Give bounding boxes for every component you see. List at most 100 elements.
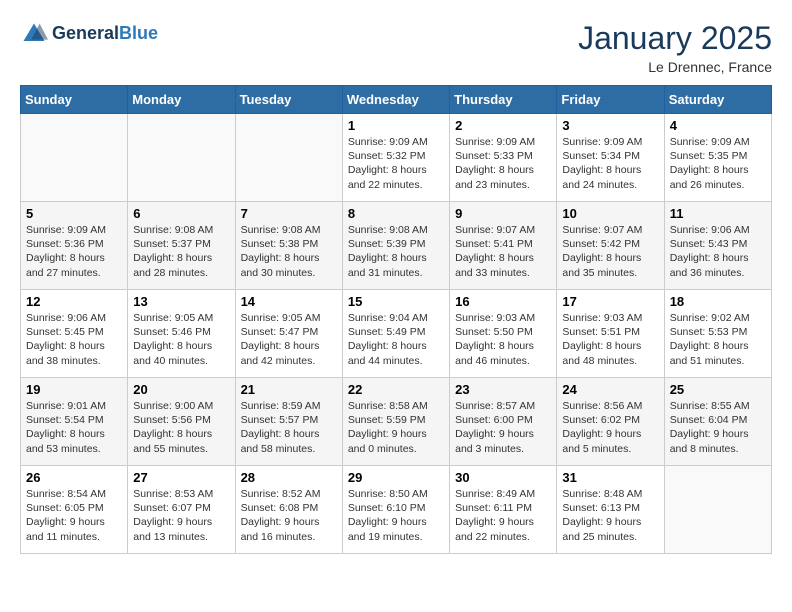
- day-info: Sunrise: 8:58 AM Sunset: 5:59 PM Dayligh…: [348, 399, 444, 456]
- day-number: 27: [133, 470, 229, 485]
- day-info: Sunrise: 9:09 AM Sunset: 5:35 PM Dayligh…: [670, 135, 766, 192]
- calendar-cell: 30 Sunrise: 8:49 AM Sunset: 6:11 PM Dayli…: [450, 466, 557, 554]
- day-info: Sunrise: 9:06 AM Sunset: 5:45 PM Dayligh…: [26, 311, 122, 368]
- day-number: 9: [455, 206, 551, 221]
- day-number: 19: [26, 382, 122, 397]
- day-info: Sunrise: 9:05 AM Sunset: 5:47 PM Dayligh…: [241, 311, 337, 368]
- day-info: Sunrise: 8:49 AM Sunset: 6:11 PM Dayligh…: [455, 487, 551, 544]
- calendar-cell: 2Sunrise: 9:09 AM Sunset: 5:33 PM Daylig…: [450, 114, 557, 202]
- day-info: Sunrise: 8:52 AM Sunset: 6:08 PM Dayligh…: [241, 487, 337, 544]
- calendar-cell: [128, 114, 235, 202]
- calendar-cell: 31 Sunrise: 8:48 AM Sunset: 6:13 PM Dayli…: [557, 466, 664, 554]
- day-number: 7: [241, 206, 337, 221]
- day-number: 11: [670, 206, 766, 221]
- weekday-header-wednesday: Wednesday: [342, 86, 449, 114]
- logo: General Blue: [20, 20, 158, 48]
- day-info: Sunrise: 9:01 AM Sunset: 5:54 PM Dayligh…: [26, 399, 122, 456]
- calendar-cell: 15 Sunrise: 9:04 AM Sunset: 5:49 PM Dayli…: [342, 290, 449, 378]
- day-info: Sunrise: 8:53 AM Sunset: 6:07 PM Dayligh…: [133, 487, 229, 544]
- calendar-cell: 10 Sunrise: 9:07 AM Sunset: 5:42 PM Dayli…: [557, 202, 664, 290]
- calendar-cell: 11 Sunrise: 9:06 AM Sunset: 5:43 PM Dayli…: [664, 202, 771, 290]
- day-number: 24: [562, 382, 658, 397]
- month-title: January 2025: [578, 20, 772, 57]
- day-number: 28: [241, 470, 337, 485]
- day-info: Sunrise: 9:04 AM Sunset: 5:49 PM Dayligh…: [348, 311, 444, 368]
- day-number: 25: [670, 382, 766, 397]
- day-info: Sunrise: 9:07 AM Sunset: 5:41 PM Dayligh…: [455, 223, 551, 280]
- day-info: Sunrise: 8:50 AM Sunset: 6:10 PM Dayligh…: [348, 487, 444, 544]
- logo-icon: [20, 20, 48, 48]
- week-row-3: 12 Sunrise: 9:06 AM Sunset: 5:45 PM Dayli…: [21, 290, 772, 378]
- day-number: 6: [133, 206, 229, 221]
- calendar-cell: 16 Sunrise: 9:03 AM Sunset: 5:50 PM Dayli…: [450, 290, 557, 378]
- calendar-cell: 14 Sunrise: 9:05 AM Sunset: 5:47 PM Dayli…: [235, 290, 342, 378]
- calendar-cell: 17 Sunrise: 9:03 AM Sunset: 5:51 PM Dayli…: [557, 290, 664, 378]
- day-number: 16: [455, 294, 551, 309]
- day-number: 21: [241, 382, 337, 397]
- day-number: 23: [455, 382, 551, 397]
- day-info: Sunrise: 9:03 AM Sunset: 5:51 PM Dayligh…: [562, 311, 658, 368]
- calendar-cell: 7Sunrise: 9:08 AM Sunset: 5:38 PM Daylig…: [235, 202, 342, 290]
- day-number: 4: [670, 118, 766, 133]
- day-info: Sunrise: 8:48 AM Sunset: 6:13 PM Dayligh…: [562, 487, 658, 544]
- calendar-cell: 1Sunrise: 9:09 AM Sunset: 5:32 PM Daylig…: [342, 114, 449, 202]
- calendar-cell: 26Sunrise: 8:54 AM Sunset: 6:05 PM Dayli…: [21, 466, 128, 554]
- day-info: Sunrise: 8:55 AM Sunset: 6:04 PM Dayligh…: [670, 399, 766, 456]
- calendar-cell: 20 Sunrise: 9:00 AM Sunset: 5:56 PM Dayli…: [128, 378, 235, 466]
- day-number: 15: [348, 294, 444, 309]
- day-number: 10: [562, 206, 658, 221]
- calendar-cell: [235, 114, 342, 202]
- calendar-cell: 19 Sunrise: 9:01 AM Sunset: 5:54 PM Dayli…: [21, 378, 128, 466]
- calendar-table: SundayMondayTuesdayWednesdayThursdayFrid…: [20, 85, 772, 554]
- calendar-cell: 23Sunrise: 8:57 AM Sunset: 6:00 PM Dayli…: [450, 378, 557, 466]
- day-info: Sunrise: 9:09 AM Sunset: 5:36 PM Dayligh…: [26, 223, 122, 280]
- calendar-cell: 4 Sunrise: 9:09 AM Sunset: 5:35 PM Daylig…: [664, 114, 771, 202]
- day-number: 8: [348, 206, 444, 221]
- weekday-header-monday: Monday: [128, 86, 235, 114]
- calendar-cell: 12 Sunrise: 9:06 AM Sunset: 5:45 PM Dayli…: [21, 290, 128, 378]
- weekday-header-friday: Friday: [557, 86, 664, 114]
- week-row-4: 19 Sunrise: 9:01 AM Sunset: 5:54 PM Dayli…: [21, 378, 772, 466]
- weekday-header-sunday: Sunday: [21, 86, 128, 114]
- calendar-cell: 21 Sunrise: 8:59 AM Sunset: 5:57 PM Dayli…: [235, 378, 342, 466]
- calendar-cell: 22 Sunrise: 8:58 AM Sunset: 5:59 PM Dayli…: [342, 378, 449, 466]
- calendar-cell: 27 Sunrise: 8:53 AM Sunset: 6:07 PM Dayli…: [128, 466, 235, 554]
- day-info: Sunrise: 9:09 AM Sunset: 5:34 PM Dayligh…: [562, 135, 658, 192]
- day-info: Sunrise: 9:06 AM Sunset: 5:43 PM Dayligh…: [670, 223, 766, 280]
- day-number: 2: [455, 118, 551, 133]
- day-number: 14: [241, 294, 337, 309]
- day-info: Sunrise: 9:08 AM Sunset: 5:37 PM Dayligh…: [133, 223, 229, 280]
- calendar-cell: 9 Sunrise: 9:07 AM Sunset: 5:41 PM Daylig…: [450, 202, 557, 290]
- day-info: Sunrise: 8:56 AM Sunset: 6:02 PM Dayligh…: [562, 399, 658, 456]
- day-number: 29: [348, 470, 444, 485]
- calendar-cell: 6 Sunrise: 9:08 AM Sunset: 5:37 PM Daylig…: [128, 202, 235, 290]
- calendar-cell: 24 Sunrise: 8:56 AM Sunset: 6:02 PM Dayli…: [557, 378, 664, 466]
- weekday-header-tuesday: Tuesday: [235, 86, 342, 114]
- calendar-cell: 29 Sunrise: 8:50 AM Sunset: 6:10 PM Dayli…: [342, 466, 449, 554]
- calendar-cell: 13Sunrise: 9:05 AM Sunset: 5:46 PM Dayli…: [128, 290, 235, 378]
- day-number: 30: [455, 470, 551, 485]
- day-number: 20: [133, 382, 229, 397]
- day-info: Sunrise: 8:59 AM Sunset: 5:57 PM Dayligh…: [241, 399, 337, 456]
- calendar-cell: 18Sunrise: 9:02 AM Sunset: 5:53 PM Dayli…: [664, 290, 771, 378]
- day-info: Sunrise: 9:03 AM Sunset: 5:50 PM Dayligh…: [455, 311, 551, 368]
- day-info: Sunrise: 9:07 AM Sunset: 5:42 PM Dayligh…: [562, 223, 658, 280]
- calendar-cell: 5 Sunrise: 9:09 AM Sunset: 5:36 PM Daylig…: [21, 202, 128, 290]
- calendar-cell: 25 Sunrise: 8:55 AM Sunset: 6:04 PM Dayli…: [664, 378, 771, 466]
- day-number: 5: [26, 206, 122, 221]
- weekday-header-thursday: Thursday: [450, 86, 557, 114]
- calendar-cell: [21, 114, 128, 202]
- day-number: 26: [26, 470, 122, 485]
- week-row-2: 5 Sunrise: 9:09 AM Sunset: 5:36 PM Daylig…: [21, 202, 772, 290]
- day-info: Sunrise: 9:00 AM Sunset: 5:56 PM Dayligh…: [133, 399, 229, 456]
- logo-blue-text: Blue: [119, 24, 158, 44]
- day-number: 17: [562, 294, 658, 309]
- day-number: 18: [670, 294, 766, 309]
- day-number: 12: [26, 294, 122, 309]
- day-number: 31: [562, 470, 658, 485]
- day-number: 22: [348, 382, 444, 397]
- title-block: January 2025 Le Drennec, France: [578, 20, 772, 75]
- week-row-5: 26Sunrise: 8:54 AM Sunset: 6:05 PM Dayli…: [21, 466, 772, 554]
- weekday-header-saturday: Saturday: [664, 86, 771, 114]
- day-number: 3: [562, 118, 658, 133]
